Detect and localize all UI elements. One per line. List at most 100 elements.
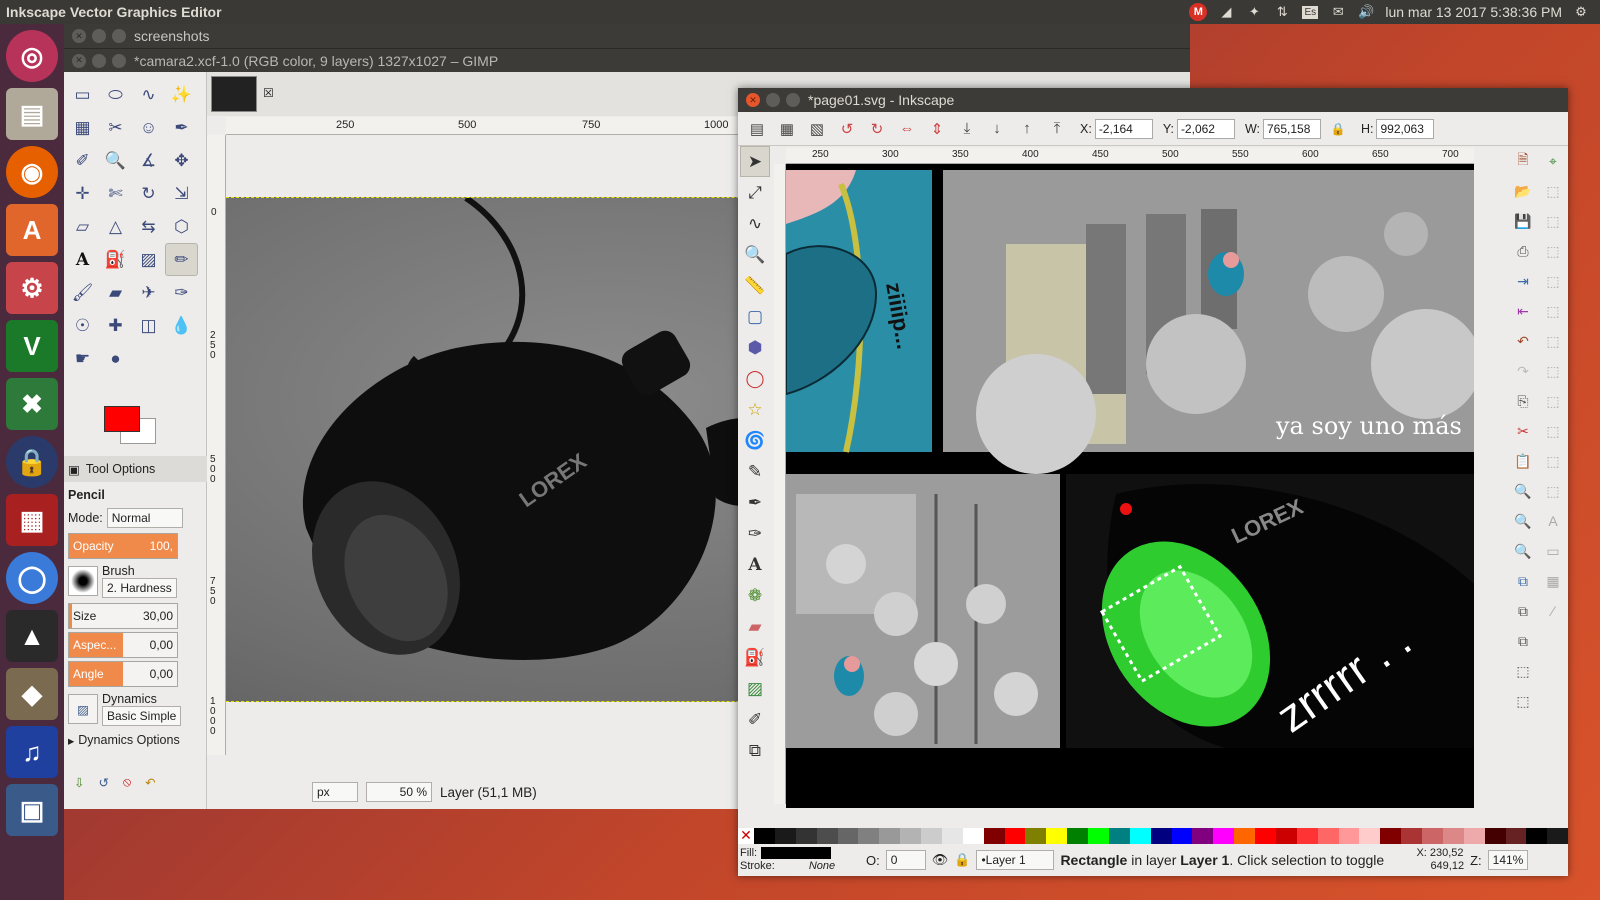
brush-preview[interactable]	[68, 566, 98, 596]
inkscape-canvas[interactable]: ziiiip... ya soy uno más LOREX zrrrrr . …	[786, 164, 1474, 808]
eraser-icon[interactable]: ▰	[99, 276, 132, 309]
new-document-icon[interactable]: 🗎	[1508, 146, 1538, 176]
palette-swatch[interactable]	[1213, 828, 1235, 844]
close-icon[interactable]: ✕	[746, 93, 760, 107]
palette-swatch[interactable]	[774, 828, 796, 844]
image-thumbnail[interactable]	[211, 76, 257, 112]
spiral-tool-icon[interactable]: 🌀	[740, 425, 770, 456]
workspace-switcher-icon[interactable]: ▣	[6, 784, 58, 836]
maximize-icon[interactable]	[112, 53, 126, 68]
gmail-indicator[interactable]: M	[1189, 3, 1208, 21]
tweak-tool-icon[interactable]: ∿	[740, 208, 770, 239]
lasso-icon[interactable]: ∿	[132, 78, 165, 111]
shear-icon[interactable]: ▱	[66, 210, 99, 243]
firefox-icon[interactable]: ◉	[6, 146, 58, 198]
minimize-icon[interactable]	[92, 53, 106, 68]
scale-icon[interactable]: ⇲	[165, 177, 198, 210]
snap-smooth-icon[interactable]: ⬚	[1538, 416, 1568, 446]
smudge-icon[interactable]: ☛	[66, 342, 99, 375]
copy-icon[interactable]: ⎘	[1508, 386, 1538, 416]
palette-swatch[interactable]	[1359, 828, 1381, 844]
palette-swatch[interactable]	[1547, 828, 1569, 844]
dropper-tool-icon[interactable]: ✐	[740, 704, 770, 735]
close-icon[interactable]: ✕	[72, 29, 86, 43]
zoom-select[interactable]: 50 %	[366, 782, 432, 802]
snap-cusp-icon[interactable]: ⬚	[1538, 386, 1568, 416]
pen-tool-icon[interactable]: ✒	[740, 487, 770, 518]
lock-icon[interactable]: 🔒	[954, 852, 970, 868]
scissors-icon[interactable]: ✂	[99, 111, 132, 144]
palette-swatch[interactable]	[1442, 828, 1464, 844]
eraser-tool-icon[interactable]: ▰	[740, 611, 770, 642]
flip-icon[interactable]: ⇆	[132, 210, 165, 243]
palette-swatch[interactable]	[1463, 828, 1485, 844]
color-select-icon[interactable]: ▦	[66, 111, 99, 144]
aspect-slider[interactable]: Aspec... 0,00	[68, 632, 178, 658]
gimp-icon[interactable]: ◆	[6, 668, 58, 720]
minimize-icon[interactable]	[766, 93, 780, 107]
restore-options-icon[interactable]: ↺	[98, 775, 108, 790]
clock[interactable]: lun mar 13 2017 5:38:36 PM	[1385, 4, 1562, 20]
export-icon[interactable]: ⇤	[1508, 296, 1538, 326]
brush-select[interactable]: 2. Hardness	[102, 578, 177, 598]
zoom-drawing-icon[interactable]: 🔍	[1508, 506, 1538, 536]
zoom-selection-icon[interactable]: 🔍	[1508, 476, 1538, 506]
crop-icon[interactable]: ✄	[99, 177, 132, 210]
palette-swatch[interactable]	[1505, 828, 1527, 844]
files-icon[interactable]: ▤	[6, 88, 58, 140]
wifi-icon[interactable]: ◢	[1217, 3, 1235, 21]
snap-toggle-icon[interactable]: ⌖	[1538, 146, 1568, 176]
connector-tool-icon[interactable]: ⧉	[740, 735, 770, 766]
palette-swatch[interactable]	[1275, 828, 1297, 844]
rotate-icon[interactable]: ↻	[132, 177, 165, 210]
keyboard-layout-indicator[interactable]: Es	[1301, 3, 1319, 21]
mode-select[interactable]: Normal	[106, 508, 183, 528]
paint-bucket-icon[interactable]: ⛽	[740, 642, 770, 673]
opacity-slider[interactable]: Opacity 100,	[68, 533, 178, 559]
palette-swatch[interactable]	[921, 828, 942, 844]
minimize-icon[interactable]	[92, 29, 106, 43]
snap-edges-icon[interactable]: ⬚	[1538, 206, 1568, 236]
palette-swatch[interactable]	[1088, 828, 1109, 844]
blur-icon[interactable]: 💧	[165, 309, 198, 342]
open-icon[interactable]: 📂	[1508, 176, 1538, 206]
palette-swatch[interactable]	[941, 828, 963, 844]
y-field[interactable]: -2,062	[1176, 118, 1235, 139]
snap-paths-icon[interactable]: ⬚	[1538, 356, 1568, 386]
unlink-clone-icon[interactable]: ⧉	[1508, 626, 1538, 656]
settings-icon[interactable]: ⚙	[6, 262, 58, 314]
dynamics-icon[interactable]: ▨	[68, 694, 98, 724]
snap-guides-icon[interactable]: ∕	[1538, 596, 1568, 626]
gear-icon[interactable]: ⚙	[1572, 3, 1590, 21]
save-icon[interactable]: 💾	[1508, 206, 1538, 236]
mail-icon[interactable]: ✉	[1329, 3, 1347, 21]
undo-icon[interactable]: ↶	[1508, 326, 1538, 356]
perspective-clone-icon[interactable]: ◫	[132, 309, 165, 342]
no-paint-swatch[interactable]: ✕	[738, 828, 754, 844]
align-icon[interactable]: ✛	[66, 177, 99, 210]
close-tab-icon[interactable]: ☒	[263, 86, 274, 100]
calligraphy-tool-icon[interactable]: ✑	[740, 518, 770, 549]
import-icon[interactable]: ⇥	[1508, 266, 1538, 296]
cut-icon[interactable]: ✂	[1508, 416, 1538, 446]
close-icon[interactable]: ✕	[72, 53, 86, 68]
palette-swatch[interactable]	[1296, 828, 1318, 844]
snap-corners-icon[interactable]: ⬚	[1538, 236, 1568, 266]
unit-select[interactable]: px	[312, 782, 358, 802]
print-icon[interactable]: ⎙	[1508, 236, 1538, 266]
spray-tool-icon[interactable]: ❁	[740, 580, 770, 611]
palette-swatch[interactable]	[795, 828, 817, 844]
zoom-icon[interactable]: 🔍	[99, 144, 132, 177]
cage-transform-icon[interactable]: ⬡	[165, 210, 198, 243]
bucket-fill-icon[interactable]: ⛽	[99, 243, 132, 276]
dynamics-options-label[interactable]: Dynamics Options	[78, 733, 179, 747]
palette-swatch[interactable]	[816, 828, 838, 844]
gradient-tool-icon[interactable]: ▨	[740, 673, 770, 704]
palette-swatch[interactable]	[1380, 828, 1402, 844]
save-options-icon[interactable]: ⇩	[74, 775, 84, 790]
snap-text-icon[interactable]: A	[1538, 506, 1568, 536]
terminal-app-icon[interactable]: ▦	[6, 494, 58, 546]
software-center-icon[interactable]: A	[6, 204, 58, 256]
palette-swatch[interactable]	[1025, 828, 1047, 844]
x-field[interactable]: -2,164	[1094, 118, 1153, 139]
